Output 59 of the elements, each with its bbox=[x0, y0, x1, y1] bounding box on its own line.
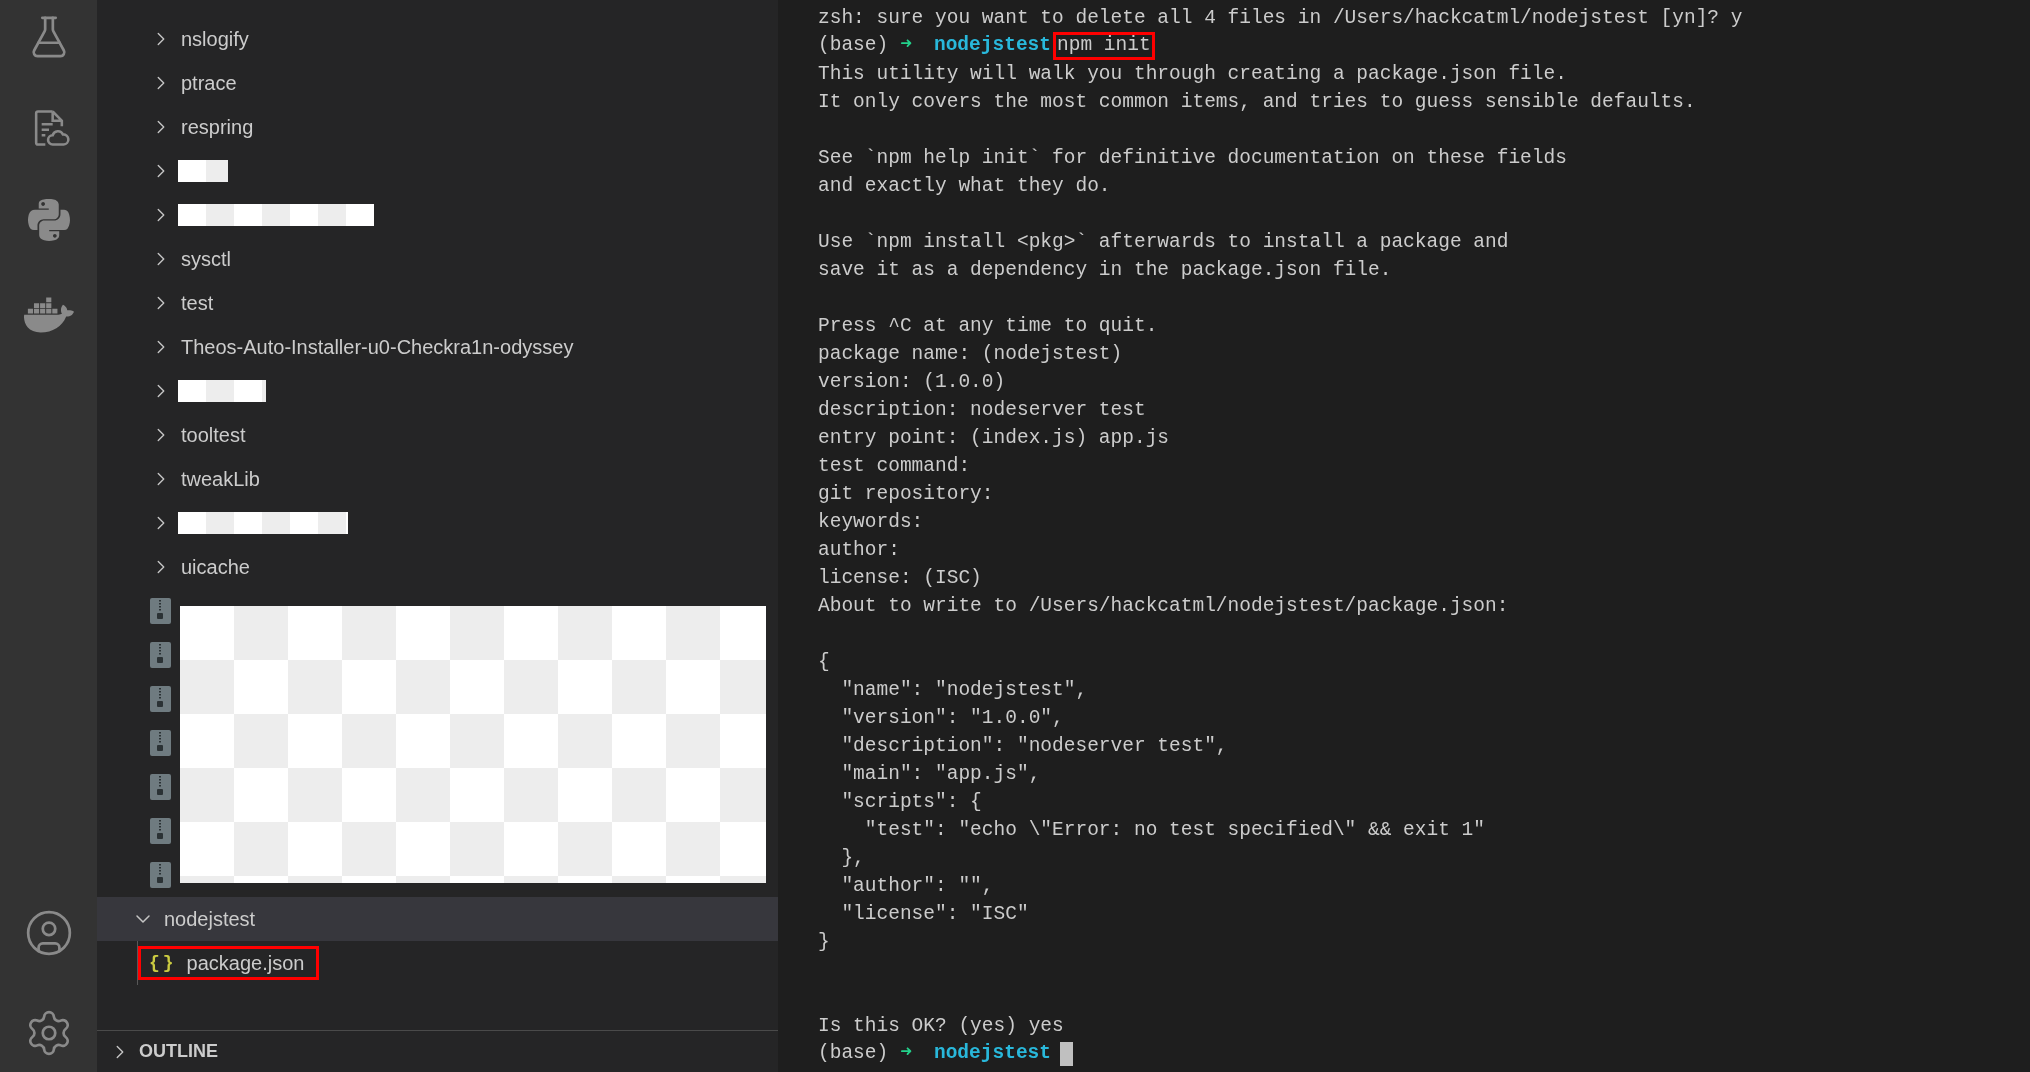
terminal-line: "version": "1.0.0", bbox=[840, 706, 1065, 731]
prompt-arrow: ➜ bbox=[900, 1041, 912, 1067]
file-row[interactable]: {} package.json bbox=[138, 946, 320, 980]
zip-file-icon bbox=[150, 642, 171, 668]
terminal-line: "scripts": { bbox=[840, 790, 983, 815]
terminal-line: "name": "nodejstest", bbox=[840, 678, 1089, 703]
folder-name[interactable]: tweakLib bbox=[181, 464, 260, 494]
conda-env: (base) bbox=[818, 1041, 889, 1067]
terminal-line: author: bbox=[818, 538, 901, 563]
terminal-line: description: nodeserver test bbox=[818, 398, 1147, 423]
terminal-line: package name: (nodejstest) bbox=[818, 342, 1124, 367]
folder-name[interactable]: nslogify bbox=[181, 24, 249, 54]
zip-file-icon bbox=[150, 598, 171, 624]
terminal-line: It only covers the most common items, and tries to guess sensible defaults. bbox=[818, 90, 1697, 115]
terminal-line: zsh: sure you want to delete all 4 files in /Users/hackcatml/nodejstest [yn]? y bbox=[818, 6, 1744, 31]
terminal-line: "author": "", bbox=[840, 874, 995, 899]
folder-row[interactable]: nodejstest bbox=[97, 897, 778, 941]
folder-name[interactable]: Theos-Auto-Installer-u0-Checkra1n-odyssey bbox=[181, 332, 574, 362]
terminal-line: license: (ISC) bbox=[818, 566, 983, 591]
terminal-line: "license": "ISC" bbox=[840, 902, 1030, 927]
terminal-line: "test": "echo \"Error: no test specified\" && exit 1" bbox=[863, 818, 1486, 843]
terminal-line: About to write to /Users/hackcatml/nodejstest/package.json: bbox=[818, 594, 1510, 619]
terminal-line: version: (1.0.0) bbox=[818, 370, 1007, 395]
json-file-icon: {} bbox=[149, 949, 177, 977]
folder-name[interactable]: sysctl bbox=[181, 244, 231, 274]
terminal-line: entry point: (index.js) app.js bbox=[818, 426, 1171, 451]
terminal-line: "main": "app.js", bbox=[840, 762, 1042, 787]
command-text: npm init bbox=[1053, 32, 1155, 60]
terminal-line: and exactly what they do. bbox=[818, 174, 1112, 199]
terminal-line: test command: bbox=[818, 454, 972, 479]
terminal-line: } bbox=[818, 930, 831, 955]
terminal-line: Is this OK? (yes) yes bbox=[818, 1014, 1065, 1039]
redaction-block bbox=[178, 160, 228, 182]
zip-file-icon bbox=[150, 730, 171, 756]
directory-name: nodejstest bbox=[933, 33, 1051, 59]
zip-file-icon bbox=[150, 818, 171, 844]
folder-name[interactable]: uicache bbox=[181, 552, 250, 582]
folder-name[interactable]: ptrace bbox=[181, 68, 237, 98]
folder-name[interactable]: test bbox=[181, 288, 214, 318]
outline-header[interactable]: OUTLINE bbox=[97, 1030, 778, 1072]
terminal-line: { bbox=[818, 650, 831, 675]
folder-name[interactable]: respring bbox=[181, 112, 254, 142]
folder-name[interactable]: tooltest bbox=[181, 420, 246, 450]
terminal-line: Use `npm install <pkg>` afterwards to install a package and bbox=[818, 230, 1510, 255]
prompt-arrow: ➜ bbox=[900, 33, 912, 59]
terminal-line: save it as a dependency in the package.json file. bbox=[818, 258, 1393, 283]
folder-name[interactable]: nodejstest bbox=[164, 904, 256, 934]
terminal-line: git repository: bbox=[818, 482, 995, 507]
zip-file-icon bbox=[150, 862, 171, 888]
zip-file-icon bbox=[150, 686, 171, 712]
directory-name: nodejstest bbox=[933, 1041, 1051, 1067]
terminal-line: This utility will walk you through creating a package.json file. bbox=[818, 62, 1568, 87]
terminal-line: Press ^C at any time to quit. bbox=[818, 314, 1159, 339]
zip-file-icon bbox=[150, 774, 171, 800]
terminal-line: keywords: bbox=[818, 510, 925, 535]
terminal-line: See `npm help init` for definitive documentation on these fields bbox=[818, 146, 1568, 171]
terminal-line: }, bbox=[840, 846, 866, 871]
conda-env: (base) bbox=[818, 33, 889, 59]
terminal-line: "description": "nodeserver test", bbox=[840, 734, 1229, 759]
